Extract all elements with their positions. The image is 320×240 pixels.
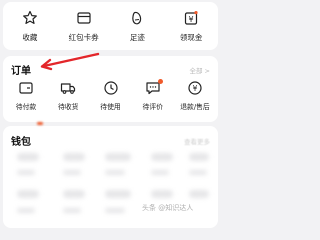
wallet-blurred-item[interactable] (105, 190, 131, 198)
wallet-blurred-caption (63, 170, 81, 175)
wallet-blurred-caption (105, 208, 125, 213)
wallet-badge-dot (37, 122, 43, 125)
favorites-entry[interactable]: 收藏 (5, 10, 55, 43)
clock-icon (103, 81, 118, 95)
star-icon (22, 10, 37, 24)
wallet-blurred-item[interactable] (151, 190, 173, 198)
favorites-label: 收藏 (22, 33, 38, 42)
wallet-title: 钱包 (11, 137, 31, 148)
footprint-entry[interactable]: 足迹 (112, 10, 162, 43)
pending-use-label: 待使用 (100, 103, 121, 111)
coupon-card-icon (77, 12, 91, 24)
wallet-blurred-caption (17, 170, 35, 175)
wallet-blurred-item[interactable] (151, 153, 173, 161)
cash-reward-label: 领现金 (179, 33, 203, 42)
cash-reward-entry[interactable]: ¥ 领现金 (166, 10, 216, 43)
order-pending-review[interactable]: 待评价 (132, 79, 174, 111)
wallet-icon (19, 82, 33, 94)
wallet-blurred-item[interactable] (105, 153, 131, 161)
refund-icon: ¥ (188, 81, 202, 95)
svg-text:¥: ¥ (193, 84, 198, 93)
review-badge-dot (157, 79, 163, 84)
wallet-blurred-item[interactable] (17, 190, 39, 198)
wallet-blurred-item[interactable] (189, 153, 209, 161)
wallet-blurred-item[interactable] (189, 190, 209, 198)
order-pending-receipt[interactable]: 待收货 (47, 80, 89, 111)
footprint-icon (132, 11, 142, 25)
red-arrow-icon (40, 52, 100, 71)
orders-title: 订单 (11, 66, 31, 77)
cash-reward-icon: ¥ (185, 11, 198, 25)
wallet-blurred-item[interactable] (63, 190, 85, 198)
footprint-label: 足迹 (129, 33, 145, 42)
wallet-blurred-caption (63, 208, 81, 213)
order-pending-payment[interactable]: 待付款 (5, 80, 47, 111)
pending-receipt-label: 待收货 (58, 103, 79, 111)
order-pending-use[interactable]: 待使用 (90, 80, 132, 111)
coupons-label: 红包卡券 (68, 33, 99, 42)
quick-actions-card: 收藏 红包卡券 足迹 ¥ 领现金 (3, 2, 218, 50)
pending-payment-label: 待付款 (15, 103, 37, 111)
wallet-blurred-caption (151, 170, 169, 175)
svg-text:¥: ¥ (189, 15, 194, 24)
pending-review-label: 待评价 (142, 103, 163, 111)
wallet-blurred-caption (189, 170, 207, 175)
refund-aftersale-label: 退款/售后 (180, 103, 210, 111)
orders-view-all-link[interactable]: 全部 > (189, 65, 210, 75)
order-refund-aftersale[interactable]: ¥ 退款/售后 (174, 80, 216, 111)
coupons-entry[interactable]: 红包卡券 (59, 10, 109, 43)
watermark-text: 头条 @知识达人 (142, 204, 194, 212)
wallet-blurred-item[interactable] (63, 153, 85, 161)
wallet-view-more-link[interactable]: 查看更多 (184, 136, 210, 146)
wallet-blurred-item[interactable] (17, 153, 39, 161)
wallet-blurred-caption (105, 170, 125, 175)
truck-icon (61, 83, 76, 94)
wallet-blurred-caption (17, 208, 35, 213)
orders-card: 订单 全部 > 待付款 待收货 待使用 待评价 ¥ 退款/售后 (3, 56, 218, 122)
